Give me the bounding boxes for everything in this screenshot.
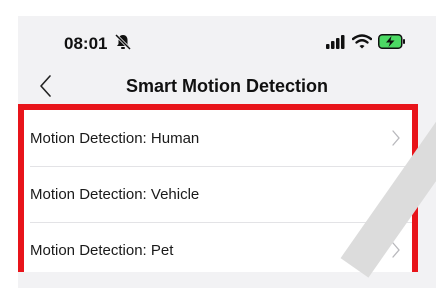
setting-label-human: Motion Detection: Human [30,129,200,147]
navigation-bar: Smart Motion Detection [18,66,436,106]
page-title: Smart Motion Detection [125,76,328,96]
motion-detection-list: Motion Detection: Human Motion Detection… [18,104,418,272]
status-icons [326,34,406,49]
chevron-right-icon [392,242,400,258]
wifi-icon [352,34,372,49]
chevron-right-icon [392,186,400,202]
setting-row-pet[interactable]: Motion Detection: Pet [24,222,412,278]
setting-row-vehicle[interactable]: Motion Detection: Vehicle [24,166,412,222]
status-time: 08:01 [64,34,108,53]
battery-charging-icon [378,34,405,49]
chevron-right-icon [392,130,400,146]
setting-row-human[interactable]: Motion Detection: Human [24,110,412,166]
setting-label-pet: Motion Detection: Pet [30,241,174,259]
bell-slash-icon [114,33,132,51]
setting-label-vehicle: Motion Detection: Vehicle [30,185,200,203]
status-bar: 08:01 [18,16,436,62]
signal-bars-icon [326,34,345,49]
